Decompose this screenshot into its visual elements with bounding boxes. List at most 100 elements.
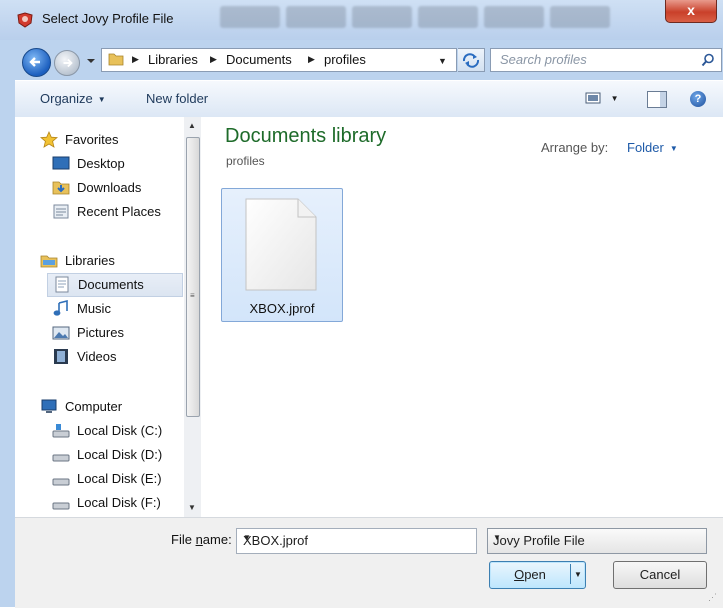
chevron-down-icon: ▼: [610, 94, 619, 103]
title-bar: Select Jovy Profile File x: [0, 0, 723, 40]
nav-favorites-label: Favorites: [65, 132, 119, 147]
change-view-button[interactable]: ▼: [585, 92, 619, 107]
window-title: Select Jovy Profile File: [42, 11, 174, 26]
drive-icon: [52, 454, 70, 462]
star-icon: [40, 131, 58, 148]
breadcrumb-documents[interactable]: Documents: [226, 52, 292, 67]
open-label-rest: pen: [524, 567, 546, 582]
nav-local-disk-c[interactable]: Local Disk (C:): [52, 420, 192, 442]
navigation-pane: Favorites Desktop Downloads Recent Place…: [15, 117, 200, 517]
help-button[interactable]: ?: [690, 91, 706, 107]
cancel-button[interactable]: Cancel: [613, 561, 707, 589]
scroll-thumb[interactable]: ≡: [186, 137, 200, 417]
nav-local-disk-e[interactable]: Local Disk (E:): [52, 468, 192, 490]
file-name-label-part: ame:: [202, 532, 232, 547]
music-icon: [53, 300, 68, 316]
resize-grip-icon[interactable]: ⋰: [708, 592, 717, 603]
nav-libraries[interactable]: Libraries: [40, 250, 190, 272]
nav-libraries-label: Libraries: [65, 253, 115, 268]
document-file-icon: [245, 198, 317, 291]
nav-recent-places[interactable]: Recent Places: [52, 201, 192, 223]
app-icon: [17, 12, 33, 28]
file-name-label: File name:: [171, 532, 232, 547]
dialog-footer: File name: XBOX.jprof ▼ Jovy Profile Fil…: [15, 517, 723, 608]
library-subtitle: profiles: [226, 154, 265, 168]
file-name-label-access-key: n: [195, 532, 203, 547]
close-button[interactable]: x: [665, 0, 717, 23]
breadcrumb-profiles[interactable]: profiles: [324, 52, 366, 67]
pictures-icon: [52, 326, 70, 340]
breadcrumb-separator-icon[interactable]: ▶: [132, 54, 139, 65]
new-folder-button[interactable]: New folder: [146, 91, 208, 106]
organize-button[interactable]: Organize ▼: [40, 91, 106, 106]
split-divider: [570, 564, 571, 584]
recent-pages-dropdown-icon[interactable]: [86, 56, 96, 66]
refresh-icon: [462, 53, 480, 68]
nav-favorites[interactable]: Favorites: [40, 129, 190, 151]
file-name-input[interactable]: XBOX.jprof ▼: [236, 528, 477, 554]
forward-button[interactable]: [54, 50, 80, 76]
file-name-label: XBOX.jprof: [249, 301, 315, 316]
open-button-label: Open: [490, 562, 570, 587]
nav-local-disk-c-label: Local Disk (C:): [77, 423, 163, 438]
nav-videos-label: Videos: [77, 349, 117, 364]
breadcrumb-libraries[interactable]: Libraries: [148, 52, 198, 67]
videos-icon: [54, 349, 68, 364]
search-icon[interactable]: [701, 53, 715, 67]
nav-local-disk-d[interactable]: Local Disk (D:): [52, 444, 192, 466]
navigation-scrollbar[interactable]: ▲ ≡ ▼: [184, 117, 201, 517]
breadcrumb-separator-icon[interactable]: ▶: [210, 54, 217, 65]
arrange-by-dropdown[interactable]: Folder ▼: [627, 140, 678, 155]
open-access-key: O: [514, 567, 525, 582]
nav-pictures-label: Pictures: [77, 325, 124, 340]
nav-downloads-label: Downloads: [77, 180, 142, 195]
file-item[interactable]: XBOX.jprof: [221, 188, 343, 322]
computer-icon: [41, 399, 57, 413]
chevron-down-icon: ▼: [97, 95, 106, 104]
documents-icon: [55, 276, 69, 293]
nav-downloads[interactable]: Downloads: [52, 177, 192, 199]
nav-desktop[interactable]: Desktop: [52, 153, 192, 175]
nav-music[interactable]: Music: [52, 298, 192, 320]
nav-documents-label: Documents: [78, 277, 144, 292]
folder-icon: [108, 53, 124, 66]
back-arrow-icon: [29, 57, 40, 67]
refresh-button[interactable]: [458, 48, 485, 72]
nav-documents[interactable]: Documents: [47, 273, 183, 297]
open-options-dropdown-icon[interactable]: ▼: [574, 562, 582, 587]
scroll-down-icon[interactable]: ▼: [188, 503, 196, 512]
file-list-pane: Documents library profiles Arrange by: F…: [201, 117, 723, 517]
view-icon: [585, 92, 601, 104]
breadcrumb-separator-icon[interactable]: ▶: [308, 54, 315, 65]
nav-local-disk-d-label: Local Disk (D:): [77, 447, 163, 462]
address-row: ▶ Libraries ▶ Documents ▶ profiles ▼ Sea…: [0, 40, 723, 78]
back-button[interactable]: [22, 48, 51, 77]
nav-local-disk-e-label: Local Disk (E:): [77, 471, 162, 486]
nav-computer[interactable]: Computer: [40, 396, 190, 418]
preview-pane-button[interactable]: [647, 91, 667, 108]
nav-desktop-label: Desktop: [77, 156, 125, 171]
chevron-down-icon: ▼: [493, 533, 501, 542]
address-bar[interactable]: ▶ Libraries ▶ Documents ▶ profiles ▼: [101, 48, 457, 72]
file-type-select[interactable]: Jovy Profile File ▼: [487, 528, 707, 554]
nav-pictures[interactable]: Pictures: [52, 322, 192, 344]
search-box[interactable]: Search profiles: [490, 48, 722, 72]
desktop-icon: [52, 156, 70, 170]
background-taskbar-blur: [220, 6, 650, 32]
libraries-icon: [40, 255, 58, 268]
address-dropdown-icon[interactable]: ▼: [438, 56, 447, 66]
nav-local-disk-f[interactable]: Local Disk (F:): [52, 492, 192, 514]
file-name-label-part: File: [171, 532, 196, 547]
nav-videos[interactable]: Videos: [52, 346, 192, 368]
nav-music-label: Music: [77, 301, 111, 316]
scroll-up-icon[interactable]: ▲: [188, 121, 196, 130]
chevron-down-icon[interactable]: ▼: [243, 533, 470, 542]
open-button[interactable]: Open ▼: [489, 561, 586, 589]
system-drive-icon: [52, 424, 70, 438]
downloads-icon: [52, 181, 70, 195]
organize-label: Organize: [40, 91, 93, 106]
nav-computer-label: Computer: [65, 399, 123, 414]
grip-icon: ≡: [190, 291, 195, 300]
arrange-by-value: Folder: [627, 140, 664, 155]
library-title: Documents library: [225, 125, 387, 147]
